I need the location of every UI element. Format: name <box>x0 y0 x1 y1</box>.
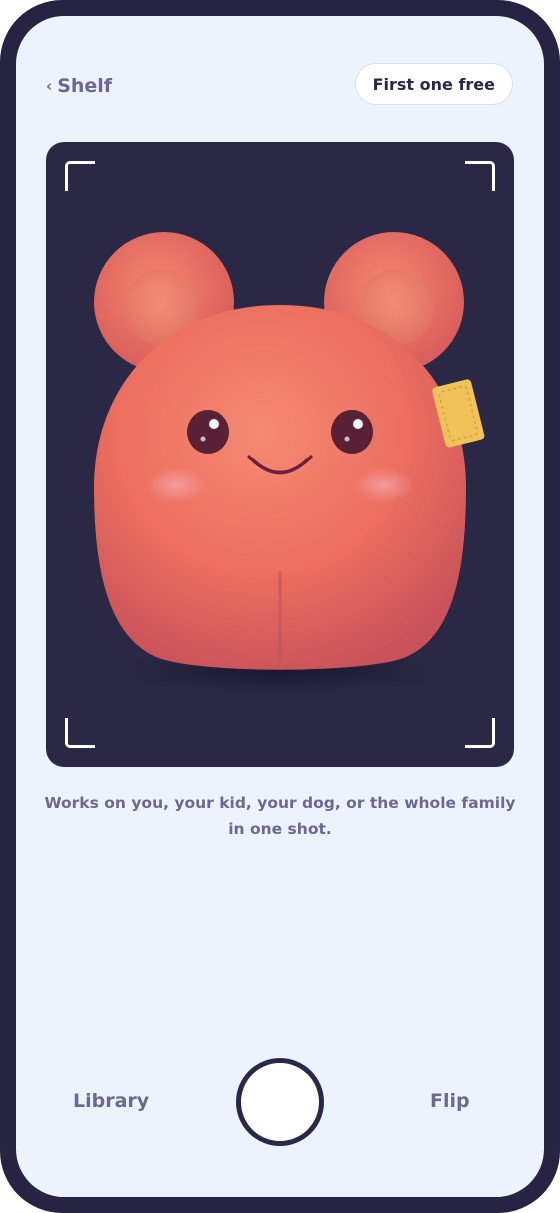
flip-label: Flip <box>430 1090 470 1112</box>
plush-toy-image <box>94 232 485 694</box>
back-label: Shelf <box>57 75 113 97</box>
frame-corner-top-right <box>465 161 495 191</box>
frame-corner-top-left <box>65 161 95 191</box>
frame-corner-bottom-left <box>65 718 95 748</box>
library-button[interactable]: Library <box>73 1086 149 1116</box>
frame-corner-bottom-right <box>465 718 495 748</box>
camera-screen: ‹ Shelf First one free Works on you, you… <box>16 16 544 1197</box>
chevron-left-icon: ‹ <box>46 76 53 95</box>
promo-badge[interactable]: First one free <box>354 63 513 105</box>
promo-label: First one free <box>372 74 495 94</box>
back-button[interactable]: ‹ Shelf <box>46 72 112 100</box>
library-label: Library <box>73 1090 150 1112</box>
shutter-button[interactable] <box>236 1058 324 1146</box>
camera-viewfinder <box>46 142 514 767</box>
capture-hint-text: Works on you, your kid, your dog, or the… <box>44 794 516 838</box>
device-frame: ‹ Shelf First one free Works on you, you… <box>0 0 560 1213</box>
flip-camera-button[interactable]: Flip <box>430 1086 470 1116</box>
